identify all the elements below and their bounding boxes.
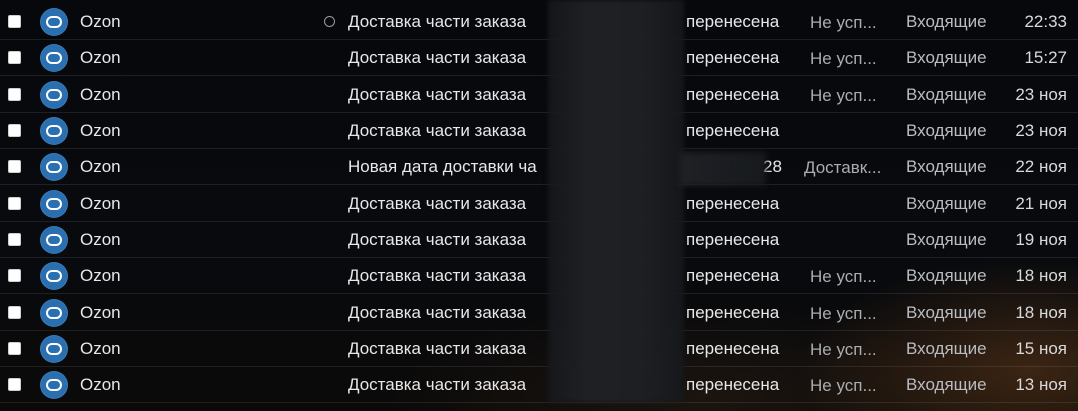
- subject-end: перенесена: [686, 230, 780, 249]
- ozon-logo-icon: [40, 44, 68, 72]
- folder-label: Входящие: [906, 12, 987, 31]
- folder-label: Входящие: [906, 48, 987, 67]
- mail-row[interactable]: Ozon Доставка части заказа перенесена Вх…: [0, 113, 1078, 149]
- subject-end: перенесена: [686, 194, 780, 213]
- mail-row[interactable]: Ozon Доставка части заказа перенесена Не…: [0, 4, 1078, 40]
- mail-row[interactable]: Ozon Доставка части заказа перенесена Вх…: [0, 222, 1078, 258]
- folder-label: Входящие: [906, 375, 987, 394]
- received-date: 19 ноя: [1015, 230, 1067, 249]
- preview-snippet: Не усп...: [810, 50, 877, 68]
- folder-label: Входящие: [906, 85, 987, 104]
- received-date: 22 ноя: [1015, 157, 1067, 176]
- sender-name: Ozon: [80, 303, 121, 322]
- ozon-logo-icon: [40, 335, 68, 363]
- preview-snippet: Не усп...: [810, 87, 877, 105]
- mail-row[interactable]: Ozon Доставка части заказа перенесена Не…: [0, 295, 1078, 331]
- select-checkbox[interactable]: [8, 160, 21, 173]
- select-checkbox[interactable]: [8, 15, 21, 28]
- select-checkbox[interactable]: [8, 269, 21, 282]
- received-date: 21 ноя: [1015, 194, 1067, 213]
- mail-list: Ozon Доставка части заказа перенесена Не…: [0, 0, 1078, 411]
- sender-name: Ozon: [80, 121, 121, 140]
- sender-name: Ozon: [80, 339, 121, 358]
- select-checkbox[interactable]: [8, 233, 21, 246]
- sender-name: Ozon: [80, 157, 121, 176]
- received-date: 15:27: [1024, 48, 1067, 67]
- folder-label: Входящие: [906, 157, 987, 176]
- ozon-logo-icon: [40, 371, 68, 399]
- sender-name: Ozon: [80, 48, 121, 67]
- mail-row[interactable]: Ozon Доставка части заказа перенесена Вх…: [0, 186, 1078, 222]
- mail-row[interactable]: Ozon Доставка части заказа перенесена Не…: [0, 77, 1078, 113]
- subject-end: перенесена: [686, 48, 780, 67]
- mail-row[interactable]: Ozon Доставка части заказа перенесена Не…: [0, 367, 1078, 403]
- folder-label: Входящие: [906, 339, 987, 358]
- unread-dot-icon[interactable]: [324, 16, 335, 27]
- mail-row[interactable]: Ozon Новая дата доставки ча 28 Доставк..…: [0, 149, 1078, 185]
- sender-name: Ozon: [80, 194, 121, 213]
- select-checkbox[interactable]: [8, 124, 21, 137]
- folder-label: Входящие: [906, 303, 987, 322]
- subject-end: перенесена: [686, 85, 780, 104]
- folder-label: Входящие: [906, 230, 987, 249]
- select-checkbox[interactable]: [8, 378, 21, 391]
- ozon-logo-icon: [40, 262, 68, 290]
- folder-label: Входящие: [906, 194, 987, 213]
- mail-row[interactable]: Ozon Доставка части заказа перенесена Не…: [0, 40, 1078, 76]
- preview-snippet: Не усп...: [810, 305, 877, 323]
- preview-snippet: Не усп...: [810, 341, 877, 359]
- received-date: 18 ноя: [1015, 266, 1067, 285]
- received-date: 23 ноя: [1015, 121, 1067, 140]
- subject-end: перенесена: [686, 375, 780, 394]
- sender-name: Ozon: [80, 375, 121, 394]
- select-checkbox[interactable]: [8, 306, 21, 319]
- mail-row[interactable]: Ozon Доставка части заказа перенесена Не…: [0, 331, 1078, 367]
- subject-end: перенесена: [686, 266, 780, 285]
- ozon-logo-icon: [40, 81, 68, 109]
- preview-snippet: Не усп...: [810, 268, 877, 286]
- subject-end: перенесена: [686, 339, 780, 358]
- received-date: 18 ноя: [1015, 303, 1067, 322]
- folder-label: Входящие: [906, 266, 987, 285]
- preview-snippet: Не усп...: [810, 377, 877, 395]
- folder-label: Входящие: [906, 121, 987, 140]
- ozon-logo-icon: [40, 190, 68, 218]
- select-checkbox[interactable]: [8, 342, 21, 355]
- select-checkbox[interactable]: [8, 51, 21, 64]
- subject-end: перенесена: [686, 121, 780, 140]
- sender-name: Ozon: [80, 12, 121, 31]
- ozon-logo-icon: [40, 226, 68, 254]
- select-checkbox[interactable]: [8, 88, 21, 101]
- sender-name: Ozon: [80, 85, 121, 104]
- received-date: 22:33: [1024, 12, 1067, 31]
- preview-snippet: Доставк...: [804, 159, 882, 177]
- ozon-logo-icon: [40, 8, 68, 36]
- subject-end: перенесена: [686, 303, 780, 322]
- mail-row[interactable]: Ozon Доставка части заказа перенесена Не…: [0, 258, 1078, 294]
- ozon-logo-icon: [40, 299, 68, 327]
- ozon-logo-icon: [40, 117, 68, 145]
- select-checkbox[interactable]: [8, 197, 21, 210]
- sender-name: Ozon: [80, 230, 121, 249]
- preview-snippet: Не усп...: [810, 14, 877, 32]
- redaction-blur: [680, 152, 766, 186]
- ozon-logo-icon: [40, 153, 68, 181]
- sender-name: Ozon: [80, 266, 121, 285]
- subject-end: перенесена: [686, 12, 780, 31]
- received-date: 15 ноя: [1015, 339, 1067, 358]
- redaction-blur: [548, 0, 684, 402]
- received-date: 23 ноя: [1015, 85, 1067, 104]
- received-date: 13 ноя: [1015, 375, 1067, 394]
